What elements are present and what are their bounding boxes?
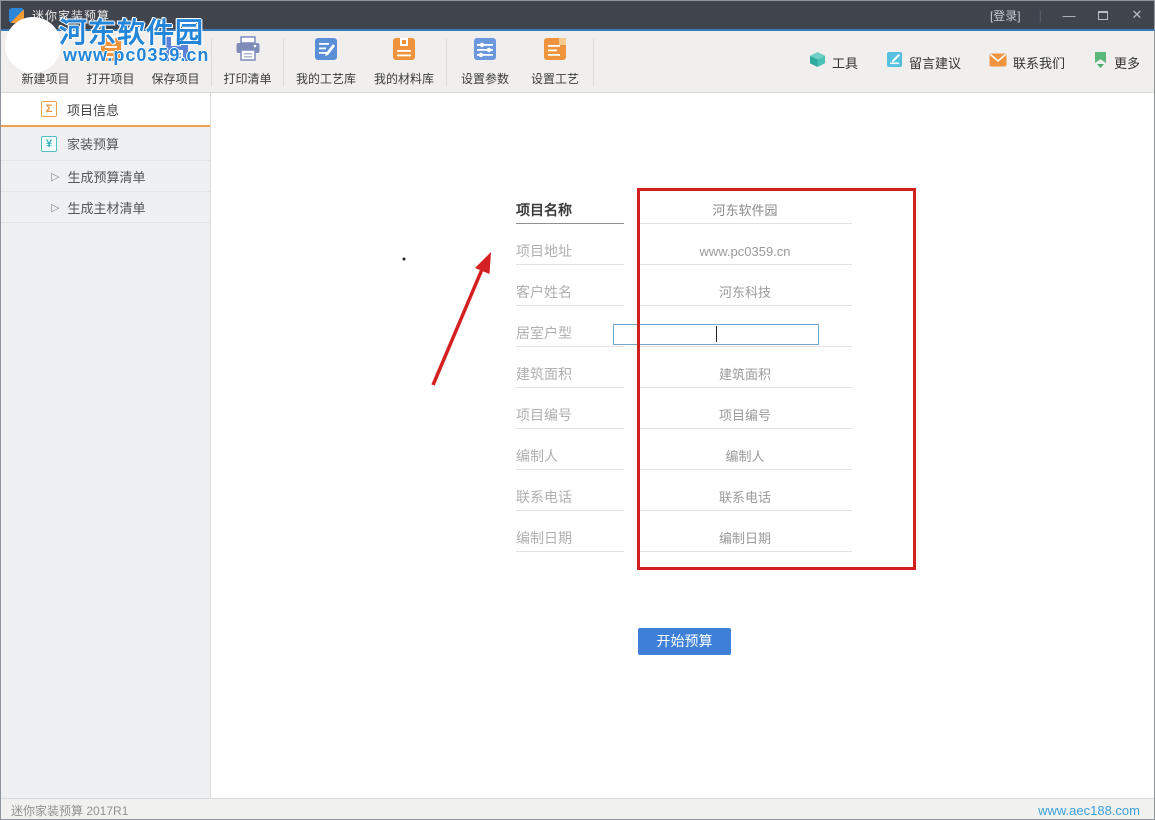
customer-name-field[interactable]: 河东科技 [638, 279, 852, 306]
set-parameters-icon [472, 36, 498, 67]
project-address-field[interactable]: www.pc0359.cn [638, 238, 852, 265]
toolbar-separator [211, 38, 212, 86]
my-material-library-label: 我的材料库 [374, 70, 434, 87]
set-craft-icon [542, 36, 568, 67]
tools-label: 工具 [832, 53, 858, 72]
sidebar-item-generate-material-list[interactable]: ▷ 生成主材清单 [1, 192, 210, 223]
contact-us-label: 联系我们 [1013, 53, 1065, 72]
field-label: 项目编号 [516, 402, 624, 429]
field-label: 居室户型 [516, 320, 624, 347]
form-row-contact-phone: 联系电话 联系电话 [516, 484, 852, 516]
window-title: 迷你家装预算 [32, 7, 110, 24]
sidebar-item-label: 生成主材清单 [67, 198, 145, 217]
open-project-icon [98, 36, 124, 67]
form-row-project-name: 项目名称 河东软件园 [516, 197, 852, 229]
yen-icon: ¥ [41, 136, 57, 152]
save-project-icon [163, 36, 189, 67]
building-area-field[interactable]: 建筑面积 [638, 361, 852, 388]
close-button[interactable]: ✕ [1120, 1, 1154, 29]
contact-phone-field[interactable]: 联系电话 [638, 484, 852, 511]
new-project-icon [33, 36, 59, 67]
more-button[interactable]: 更多 [1093, 51, 1140, 74]
new-project-button[interactable]: 新建项目 [13, 31, 78, 92]
field-label: 项目地址 [516, 238, 624, 265]
form-row-compiler: 编制人 编制人 [516, 443, 852, 475]
set-craft-button[interactable]: 设置工艺 [520, 31, 590, 92]
sidebar-item-generate-budget-list[interactable]: ▷ 生成预算清单 [1, 161, 210, 192]
field-label: 客户姓名 [516, 279, 624, 306]
save-project-label: 保存项目 [151, 70, 199, 87]
titlebar: 迷你家装预算 [登录] | — ✕ [1, 1, 1154, 29]
form-row-project-address: 项目地址 www.pc0359.cn [516, 238, 852, 270]
field-label: 联系电话 [516, 484, 624, 511]
open-project-button[interactable]: 打开项目 [78, 31, 143, 92]
maximize-icon [1098, 11, 1108, 20]
sidebar-item-label: 家装预算 [67, 134, 119, 153]
more-label: 更多 [1114, 53, 1140, 72]
expand-triangle-icon: ▷ [51, 201, 59, 214]
version-text: 迷你家装预算 2017R1 [11, 802, 128, 819]
form-row-project-number: 项目编号 项目编号 [516, 402, 852, 434]
form-row-compile-date: 编制日期 编制日期 [516, 525, 852, 557]
my-craft-library-button[interactable]: 我的工艺库 [287, 31, 365, 92]
my-craft-library-icon [313, 36, 339, 67]
print-list-button[interactable]: 打印清单 [215, 31, 280, 92]
sidebar-item-label: 项目信息 [67, 100, 119, 119]
app-window: 迷你家装预算 [登录] | — ✕ 新建项目 打开项目 保存项目 [0, 0, 1155, 820]
my-material-library-icon [391, 36, 417, 67]
minimize-button[interactable]: — [1052, 1, 1086, 29]
tools-cube-icon [809, 51, 826, 73]
feedback-icon [886, 51, 903, 73]
expand-triangle-icon: ▷ [51, 170, 59, 183]
start-budget-button[interactable]: 开始预算 [638, 628, 731, 655]
form-row-building-area: 建筑面积 建筑面积 [516, 361, 852, 393]
compiler-field[interactable]: 编制人 [638, 443, 852, 470]
website-link[interactable]: www.aec188.com [1038, 803, 1140, 818]
field-label: 项目名称 [516, 197, 624, 224]
sidebar-item-label: 生成预算清单 [67, 167, 145, 186]
statusbar: 迷你家装预算 2017R1 www.aec188.com [1, 798, 1154, 820]
sidebar-item-budget[interactable]: ¥ 家装预算 [1, 127, 210, 161]
sidebar: Σ 项目信息 ¥ 家装预算 ▷ 生成预算清单 ▷ 生成主材清单 [1, 93, 211, 798]
set-craft-label: 设置工艺 [531, 70, 579, 87]
login-button[interactable]: [登录] [990, 7, 1021, 24]
set-parameters-button[interactable]: 设置参数 [450, 31, 520, 92]
feedback-label: 留言建议 [909, 53, 961, 72]
sidebar-item-project-info[interactable]: Σ 项目信息 [1, 93, 210, 127]
new-project-label: 新建项目 [21, 70, 69, 87]
text-caret [716, 326, 717, 342]
toolbar-separator [593, 38, 594, 86]
more-icon [1093, 51, 1108, 74]
field-label: 编制人 [516, 443, 624, 470]
field-label: 建筑面积 [516, 361, 624, 388]
toolbar-separator [283, 38, 284, 86]
app-logo-icon [9, 8, 24, 23]
set-parameters-label: 设置参数 [461, 70, 509, 87]
project-number-field[interactable]: 项目编号 [638, 402, 852, 429]
contact-us-icon [989, 53, 1007, 72]
save-project-button[interactable]: 保存项目 [143, 31, 208, 92]
my-craft-library-label: 我的工艺库 [296, 70, 356, 87]
print-list-icon [235, 36, 261, 67]
sigma-icon: Σ [41, 101, 57, 117]
compile-date-field[interactable]: 编制日期 [638, 525, 852, 552]
open-project-label: 打开项目 [86, 70, 134, 87]
toolbar-separator [446, 38, 447, 86]
maximize-button[interactable] [1086, 1, 1120, 29]
form-row-room-type: 居室户型 [516, 320, 852, 352]
feedback-button[interactable]: 留言建议 [886, 51, 961, 73]
contact-us-button[interactable]: 联系我们 [989, 53, 1065, 72]
project-name-field[interactable]: 河东软件园 [638, 197, 852, 224]
print-list-label: 打印清单 [223, 70, 271, 87]
tools-button[interactable]: 工具 [809, 51, 858, 73]
titlebar-separator: | [1039, 8, 1042, 23]
toolbar-right: 工具 留言建议 联系我们 更多 [809, 31, 1140, 93]
my-material-library-button[interactable]: 我的材料库 [365, 31, 443, 92]
field-label: 编制日期 [516, 525, 624, 552]
form-row-customer-name: 客户姓名 河东科技 [516, 279, 852, 311]
